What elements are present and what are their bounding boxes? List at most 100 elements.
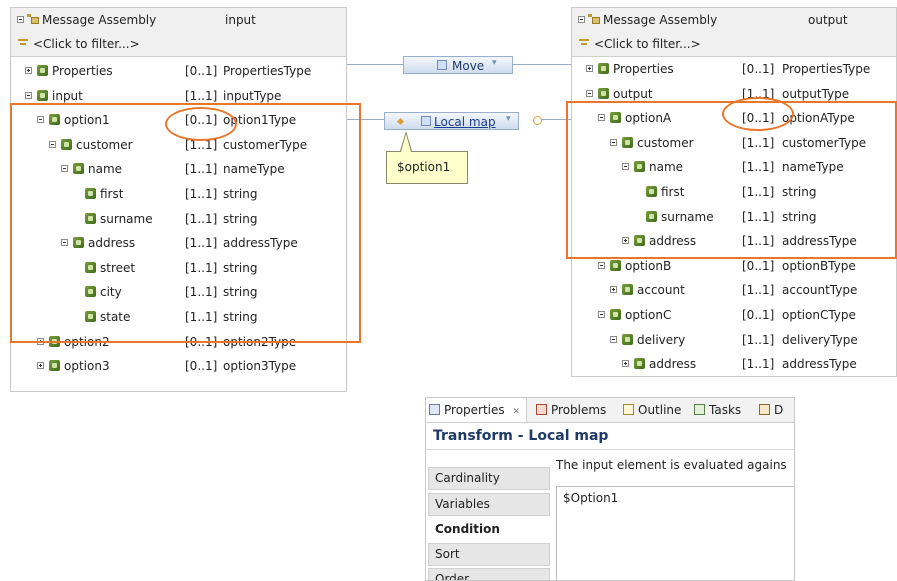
element-name: optionC (625, 308, 672, 322)
tree-row-properties[interactable]: Properties [0..1] PropertiesType (11, 59, 346, 83)
tab-tasks-label: Tasks (709, 403, 742, 417)
element-type: PropertiesType (223, 64, 312, 78)
collapse-icon[interactable] (578, 16, 585, 23)
output-header-row: Message Assembly output (572, 8, 896, 32)
element-cardinality: [1..1] (742, 357, 775, 372)
section-variables[interactable]: Variables (428, 493, 550, 516)
move-transform[interactable]: Move ▾ (403, 56, 513, 74)
properties-view: Properties ✕ Problems Outline Tasks D Tr… (425, 397, 795, 581)
expand-icon[interactable] (586, 65, 593, 72)
move-wire-right (512, 64, 571, 65)
element-icon (610, 259, 621, 271)
element-name: optionB (625, 258, 672, 273)
element-icon (49, 360, 60, 372)
element-icon (598, 63, 609, 74)
collapse-icon[interactable] (610, 335, 617, 343)
output-filter-row[interactable]: <Click to filter...> (572, 32, 896, 56)
tree-row-account[interactable]: account [1..1] accountType (572, 278, 896, 302)
tree-row-optionc[interactable]: optionC [0..1] optionCType (572, 303, 896, 327)
element-type: inputType (223, 88, 282, 103)
output-filter-text[interactable]: <Click to filter...> (594, 37, 701, 51)
element-type: deliveryType (782, 332, 858, 347)
collapse-icon[interactable] (586, 89, 593, 97)
element-cardinality: [0..1] (185, 359, 218, 374)
tree-row-properties[interactable]: Properties [0..1] PropertiesType (572, 57, 896, 81)
element-icon (37, 89, 48, 101)
close-icon[interactable]: ✕ (512, 407, 520, 417)
section-condition[interactable]: Condition (428, 518, 550, 541)
input-cardinality-highlight (165, 107, 237, 141)
view-tab-bar: Properties ✕ Problems Outline Tasks D (426, 398, 794, 423)
tree-row-delivery[interactable]: delivery [1..1] deliveryType (572, 328, 896, 352)
move-wire-left (347, 64, 404, 65)
section-label: Sort (435, 547, 460, 561)
element-icon (634, 358, 645, 370)
element-icon (37, 65, 48, 76)
output-panel-header: Message Assembly output <Click to filter… (572, 8, 896, 57)
move-icon (437, 60, 447, 70)
expand-icon[interactable] (37, 362, 44, 370)
input-filter-row[interactable]: <Click to filter...> (11, 32, 346, 56)
element-name: input (52, 88, 83, 103)
element-type: optionBType (782, 258, 856, 273)
collapse-icon[interactable] (17, 16, 24, 23)
element-cardinality: [1..1] (742, 283, 775, 298)
tab-data[interactable]: D (756, 398, 783, 422)
section-label: Variables (435, 497, 490, 511)
input-panel-header: Message Assembly input <Click to filter.… (11, 8, 346, 57)
tab-properties[interactable]: Properties ✕ (426, 398, 528, 422)
collapse-icon[interactable] (598, 311, 605, 318)
section-order[interactable]: Order (428, 568, 550, 580)
chevron-down-icon[interactable]: ▾ (506, 114, 511, 124)
element-cardinality: [0..1] (742, 308, 775, 322)
filter-icon (17, 37, 29, 49)
tab-problems[interactable]: Problems (533, 398, 606, 422)
problems-icon (536, 404, 547, 415)
element-cardinality: [0..1] (185, 64, 218, 78)
input-filter-text[interactable]: <Click to filter...> (33, 37, 140, 51)
element-icon (610, 309, 621, 320)
input-assembly-title: Message Assembly (42, 13, 157, 27)
outline-icon (623, 404, 634, 415)
section-cardinality[interactable]: Cardinality (428, 467, 550, 490)
element-cardinality: [1..1] (742, 332, 775, 347)
tab-tasks[interactable]: Tasks (691, 398, 741, 422)
input-assembly-type: input (225, 13, 256, 27)
tasks-icon (694, 404, 705, 415)
element-type: PropertiesType (782, 62, 871, 76)
local-map-end-connector (533, 116, 542, 125)
collapse-icon[interactable] (598, 261, 605, 269)
move-label: Move (452, 59, 485, 73)
chevron-down-icon[interactable]: ▾ (492, 58, 497, 68)
element-name: Properties (613, 62, 674, 76)
tab-problems-label: Problems (551, 403, 607, 417)
tree-row-option3[interactable]: option3 [0..1] option3Type (11, 354, 346, 378)
variable-tooltip: $option1 (386, 151, 468, 184)
condition-description: The input element is evaluated agains (556, 458, 787, 472)
element-icon (622, 284, 633, 296)
element-name: delivery (637, 332, 686, 347)
tab-outline[interactable]: Outline (620, 398, 681, 422)
expand-icon[interactable] (25, 67, 32, 74)
table-icon (759, 404, 770, 415)
element-cardinality: [1..1] (185, 88, 218, 103)
element-icon (598, 87, 609, 99)
condition-expression-field[interactable]: $Option1 (556, 486, 794, 580)
collapse-icon[interactable] (25, 91, 32, 99)
divider (426, 449, 794, 450)
element-name: account (637, 283, 685, 298)
expand-icon[interactable] (610, 286, 617, 294)
local-map-link[interactable]: Local map (434, 115, 496, 129)
filter-icon (578, 37, 590, 49)
output-assembly-type: output (808, 13, 848, 27)
expand-icon[interactable] (622, 360, 629, 368)
section-label: Condition (435, 522, 500, 536)
message-assembly-icon (27, 14, 39, 24)
element-name: output (613, 86, 653, 101)
tab-properties-label: Properties (444, 403, 505, 417)
tree-row-address[interactable]: address [1..1] addressType (572, 352, 896, 376)
section-sort[interactable]: Sort (428, 543, 550, 566)
element-type: outputType (782, 86, 850, 101)
message-assembly-icon (588, 14, 600, 24)
tooltip-text: $option1 (397, 160, 451, 174)
